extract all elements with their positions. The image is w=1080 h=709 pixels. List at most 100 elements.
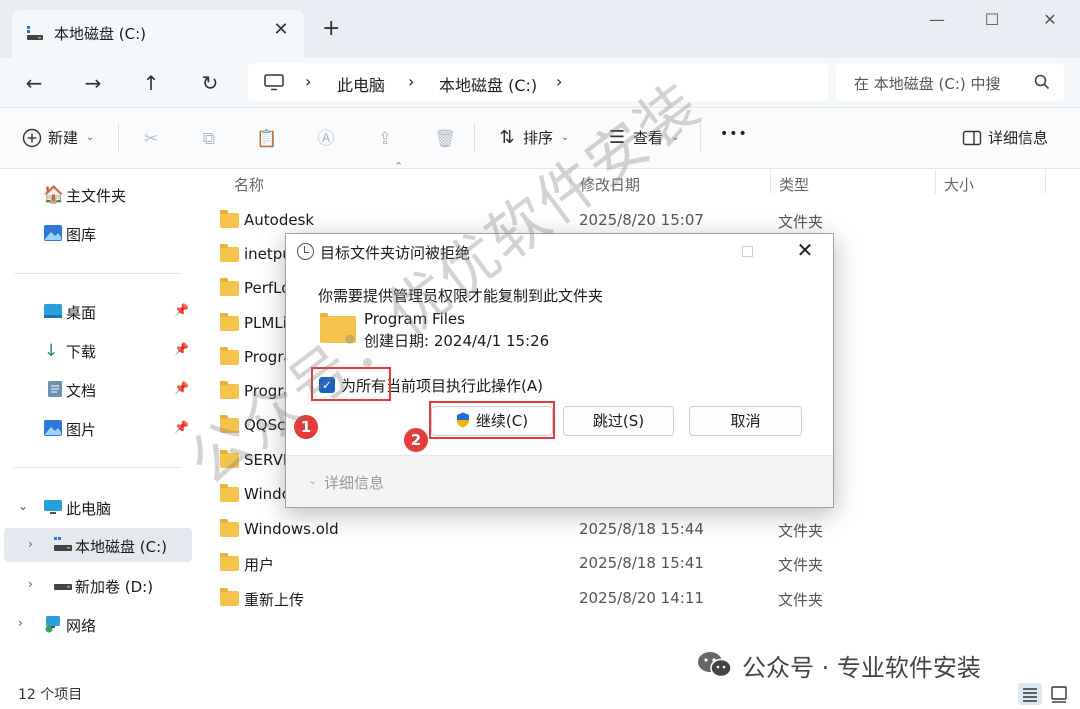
sidebar-item-label: 主文件夹 [66, 187, 127, 205]
sidebar-item-label: 图片 [66, 421, 97, 439]
status-bar: 12 个项目 [0, 679, 1080, 709]
cut-icon[interactable]: ✂ [139, 128, 163, 150]
divider [118, 123, 119, 153]
sidebar-item-label: 下载 [66, 343, 97, 361]
pin-icon[interactable]: 📌 [174, 303, 189, 317]
breadcrumb-this-pc[interactable]: 此电脑 [337, 72, 385, 96]
sidebar-item-documents[interactable]: 文档 📌 [0, 372, 192, 406]
breadcrumb-chevron-icon[interactable]: › [408, 72, 414, 91]
sidebar-item-pictures[interactable]: 图片 📌 [0, 411, 192, 445]
sidebar-item-label: 此电脑 [66, 500, 112, 518]
new-button[interactable]: 新建 ⌄ [22, 127, 94, 148]
pictures-icon [44, 420, 62, 436]
plus-circle-icon [22, 128, 42, 147]
sidebar-item-downloads[interactable]: ↓ 下载 📌 [0, 333, 192, 367]
tab-title: 本地磁盘 (C:) [54, 25, 146, 43]
chevron-right-icon[interactable]: › [18, 616, 23, 630]
copy-icon[interactable]: ⧉ [197, 128, 221, 150]
download-icon: ↓ [44, 341, 59, 361]
folder-icon [220, 347, 239, 365]
address-bar[interactable]: › 此电脑 › 本地磁盘 (C:) › [248, 63, 828, 101]
up-arrow-icon[interactable]: ↑ [134, 66, 168, 100]
sidebar-item-home[interactable]: 🏠 主文件夹 [0, 177, 192, 211]
maximize-button[interactable]: ☐ [972, 6, 1012, 34]
sidebar-item-gallery[interactable]: 图库 [0, 216, 192, 250]
drive-icon [27, 26, 43, 40]
table-row[interactable]: Windows.old 2025/8/18 15:44 文件夹 [200, 512, 1050, 546]
navigation-bar: ← → ↑ ↻ › 此电脑 › 本地磁盘 (C:) › 在 本地磁盘 (C:) … [0, 58, 1080, 108]
file-date: 2025/8/20 14:11 [579, 589, 704, 607]
item-count: 12 个项目 [18, 687, 83, 703]
sidebar-item-this-pc[interactable]: ⌄ 此电脑 [0, 490, 192, 524]
chevron-right-icon[interactable]: › [28, 537, 33, 551]
back-arrow-icon[interactable]: ← [17, 66, 51, 100]
monitor-icon [264, 74, 284, 91]
more-options-button[interactable]: ••• [720, 126, 748, 142]
more-details-toggle[interactable]: 详细信息 [324, 472, 384, 493]
skip-button[interactable]: 跳过(S) [563, 406, 674, 436]
highlight-box-continue [429, 401, 555, 439]
divider [14, 273, 182, 274]
file-name: 用户 [244, 556, 275, 574]
file-name: 重新上传 [244, 591, 305, 609]
clock-icon [297, 243, 314, 260]
folder-icon [220, 313, 239, 331]
table-row[interactable]: 用户 2025/8/18 15:41 文件夹 [200, 546, 1050, 580]
breadcrumb-chevron-icon[interactable]: › [305, 72, 311, 91]
table-row[interactable]: Autodesk 2025/8/20 15:07 文件夹 [200, 203, 1050, 237]
breadcrumb-local-disk[interactable]: 本地磁盘 (C:) [439, 72, 537, 96]
table-row[interactable]: 重新上传 2025/8/20 14:11 文件夹 [200, 581, 1050, 615]
divider [935, 170, 936, 194]
home-icon: 🏠 [43, 185, 65, 205]
search-placeholder: 在 本地磁盘 (C:) 中搜 [854, 75, 1001, 93]
tab-local-disk[interactable]: 本地磁盘 (C:) ✕ [12, 10, 304, 58]
breadcrumb-chevron-icon[interactable]: › [556, 72, 562, 91]
chevron-down-icon[interactable]: ⌄ [308, 474, 317, 487]
tab-close-icon[interactable]: ✕ [270, 19, 292, 40]
share-icon[interactable]: ⇪ [373, 128, 397, 150]
column-header-size[interactable]: 大小 [944, 174, 974, 195]
details-pane-button[interactable]: 详细信息 [962, 127, 1048, 148]
pin-icon[interactable]: 📌 [174, 381, 189, 395]
minimize-button[interactable]: — [917, 6, 957, 34]
tiles-view-icon[interactable] [1047, 683, 1071, 705]
refresh-icon[interactable]: ↻ [193, 66, 227, 100]
divider [1045, 170, 1046, 194]
search-icon [1034, 74, 1050, 90]
forward-arrow-icon[interactable]: → [76, 66, 110, 100]
chevron-right-icon[interactable]: › [28, 577, 33, 591]
step-marker-2: 2 [404, 428, 428, 452]
delete-icon[interactable]: 🗑 [433, 128, 457, 150]
sidebar-item-desktop[interactable]: 桌面 📌 [0, 294, 192, 328]
sidebar-item-new-volume[interactable]: › 新加卷 (D:) [0, 568, 192, 602]
footer-watermark-text: 公众号 · 专业软件安装 [742, 653, 981, 682]
details-pane-label: 详细信息 [988, 129, 1049, 147]
title-bar: 本地磁盘 (C:) ✕ + — ☐ ✕ [0, 0, 1080, 58]
file-type: 文件夹 [778, 213, 824, 231]
dialog-close-button[interactable]: ✕ [792, 238, 818, 262]
dialog-footer: ⌄ 详细信息 [286, 455, 833, 507]
folder-icon [220, 210, 239, 228]
wechat-icon [698, 652, 732, 678]
chevron-down-icon[interactable]: ⌄ [18, 499, 28, 513]
gallery-icon [44, 225, 62, 241]
file-type: 文件夹 [778, 522, 824, 540]
rename-icon[interactable]: Ⓐ [314, 128, 338, 150]
details-view-icon[interactable] [1018, 683, 1042, 705]
sidebar-item-label: 图库 [66, 226, 97, 244]
column-header-name[interactable]: 名称 [234, 174, 264, 195]
column-header-type[interactable]: 类型 [779, 174, 809, 195]
pin-icon[interactable]: 📌 [174, 342, 189, 356]
file-date: 2025/8/18 15:44 [579, 520, 704, 538]
new-tab-button[interactable]: + [322, 17, 340, 41]
cancel-button[interactable]: 取消 [689, 406, 802, 436]
folder-icon [220, 519, 239, 537]
close-window-button[interactable]: ✕ [1030, 6, 1070, 34]
search-input[interactable]: 在 本地磁盘 (C:) 中搜 [836, 63, 1064, 101]
file-type: 文件夹 [778, 591, 824, 609]
sort-ascending-icon: ⌃ [394, 160, 404, 173]
sidebar-item-local-disk[interactable]: › 本地磁盘 (C:) [4, 528, 192, 562]
sidebar-item-network[interactable]: › 网络 [0, 607, 192, 641]
paste-icon[interactable]: 📋 [255, 128, 279, 150]
divider [770, 170, 771, 194]
